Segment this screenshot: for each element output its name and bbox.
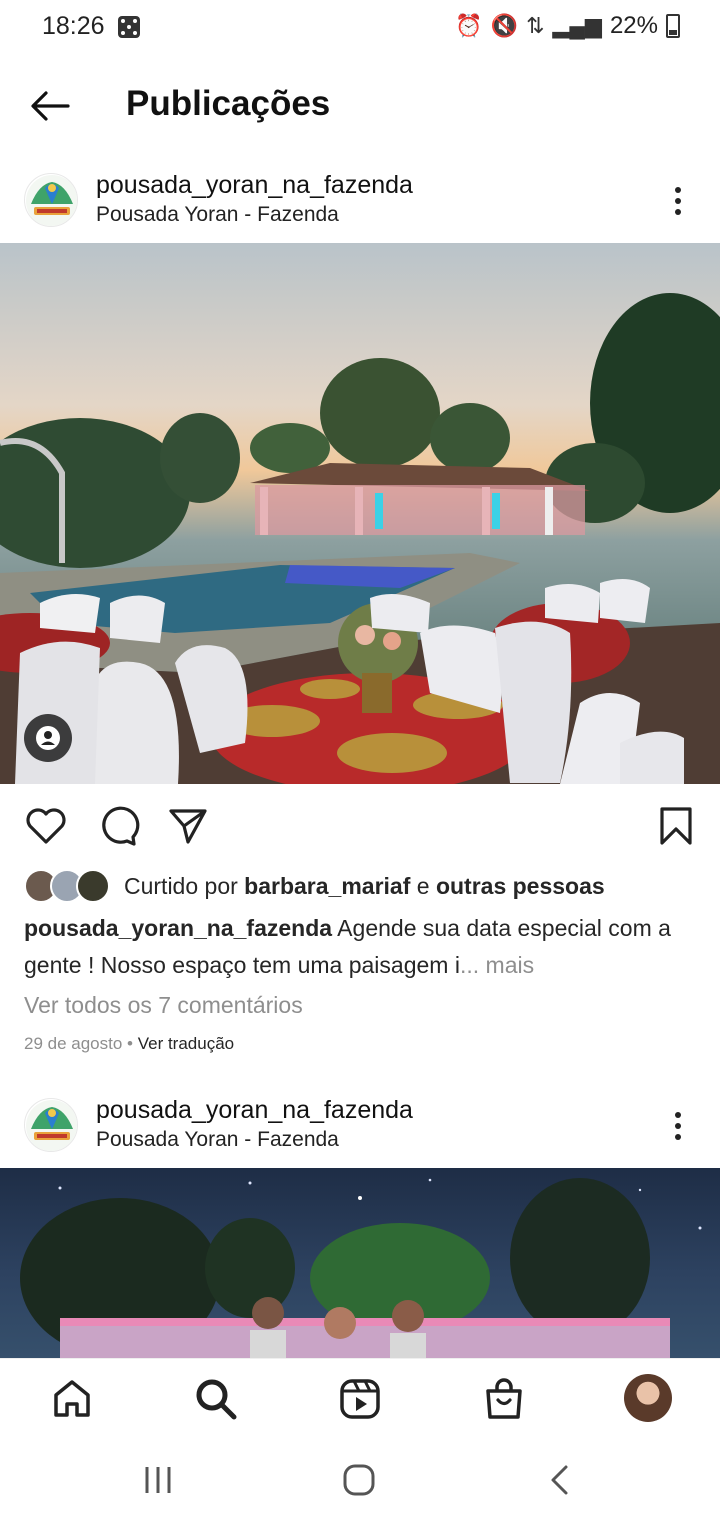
post-caption: pousada_yoran_na_fazenda Agende sua data… [24, 910, 704, 984]
comment-icon[interactable] [96, 804, 140, 848]
date-separator: • [122, 1034, 138, 1053]
app-header: Publicações [0, 70, 720, 140]
data-transfer-icon: ⇅ [526, 13, 545, 38]
alarm-icon: ⏰ [455, 13, 483, 38]
dice-icon [118, 16, 140, 38]
liked-by-text: Curtido por barbara_mariaf e outras pess… [124, 873, 605, 900]
reels-icon[interactable] [336, 1375, 384, 1423]
see-translation-link[interactable]: Ver tradução [138, 1034, 234, 1053]
view-comments-link[interactable]: Ver todos os 7 comentários [24, 992, 303, 1019]
recent-apps-icon[interactable] [138, 1462, 178, 1498]
home-button-icon[interactable] [339, 1462, 379, 1498]
save-bookmark-icon[interactable] [654, 804, 698, 848]
post-header: pousada_yoran_na_fazenda Pousada Yoran -… [0, 1088, 720, 1168]
liker-avatars [24, 869, 112, 903]
back-arrow-icon[interactable] [28, 86, 72, 126]
account-avatar[interactable] [24, 1098, 78, 1152]
caption-username[interactable]: pousada_yoran_na_fazenda [24, 915, 332, 941]
post-username[interactable]: pousada_yoran_na_fazenda [96, 171, 413, 200]
more-options-icon[interactable] [668, 1108, 688, 1148]
profile-avatar[interactable] [624, 1374, 672, 1422]
signal-icon: ▂▄▆ [552, 13, 602, 38]
post-date: 29 de agosto [24, 1034, 123, 1053]
post-username[interactable]: pousada_yoran_na_fazenda [96, 1096, 413, 1125]
post-location[interactable]: Pousada Yoran - Fazenda [96, 203, 339, 227]
status-time: 18:26 [42, 12, 105, 40]
system-navigation [0, 1438, 720, 1520]
battery-percent: 22% [609, 12, 658, 39]
bottom-navigation [0, 1358, 720, 1438]
more-options-icon[interactable] [668, 183, 688, 223]
page-title: Publicações [126, 84, 331, 123]
post-location[interactable]: Pousada Yoran - Fazenda [96, 1128, 339, 1152]
post-header: pousada_yoran_na_fazenda Pousada Yoran -… [0, 163, 720, 243]
liked-by-prefix: Curtido por [124, 872, 245, 899]
battery-icon [666, 14, 680, 38]
post-actions [0, 800, 720, 852]
share-paper-plane-icon[interactable] [166, 804, 210, 848]
status-bar: 18:26 ⏰ 🔇 ⇅ ▂▄▆ 22% [0, 0, 720, 56]
liker-avatar [76, 869, 110, 903]
shop-bag-icon[interactable] [480, 1375, 528, 1423]
search-icon[interactable] [192, 1375, 240, 1423]
post-photo[interactable] [0, 1168, 720, 1358]
likes-row[interactable]: Curtido por barbara_mariaf e outras pess… [24, 868, 605, 904]
mute-icon: 🔇 [490, 13, 519, 38]
liked-by-connector: e [410, 872, 436, 899]
back-button-icon[interactable] [540, 1462, 580, 1498]
liked-by-others[interactable]: outras pessoas [436, 873, 605, 899]
post-photo[interactable] [0, 243, 720, 784]
liked-by-user[interactable]: barbara_mariaf [244, 873, 410, 899]
account-avatar[interactable] [24, 173, 78, 227]
post-date-row: 29 de agosto • Ver tradução [24, 1034, 234, 1054]
tagged-users-icon[interactable] [24, 714, 72, 762]
home-icon[interactable] [48, 1375, 96, 1423]
caption-more-link[interactable]: ... mais [460, 952, 534, 978]
like-heart-icon[interactable] [24, 804, 68, 848]
status-indicators: ⏰ 🔇 ⇅ ▂▄▆ 22% [455, 12, 680, 40]
